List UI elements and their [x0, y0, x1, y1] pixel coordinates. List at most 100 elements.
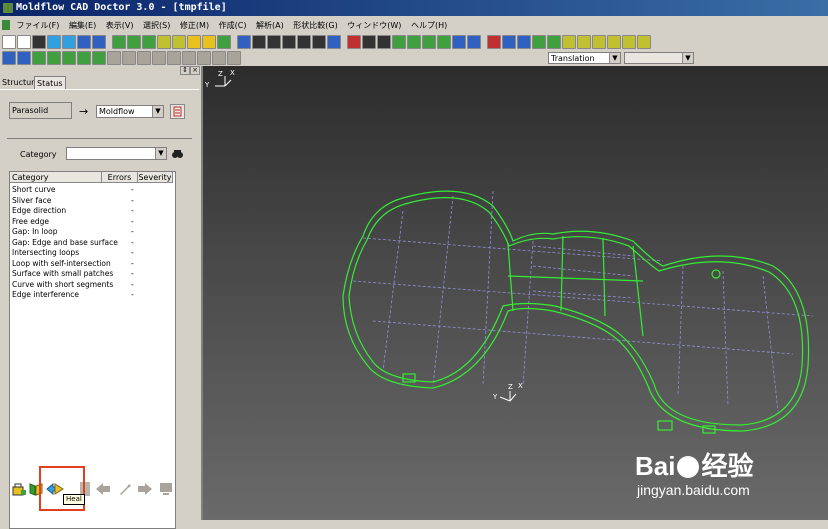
model-viewport[interactable]: Z X Y Z X Y Bai 经验 jingyan.baidu.com — [203, 66, 828, 520]
redo-icon[interactable] — [92, 35, 106, 49]
export-icon[interactable] — [62, 35, 76, 49]
list-item[interactable]: Sliver face — [12, 196, 51, 206]
layer-icon[interactable] — [562, 35, 576, 49]
tool-f-icon[interactable] — [107, 51, 121, 65]
frame-icon[interactable] — [187, 35, 201, 49]
fit-icon[interactable] — [327, 35, 341, 49]
help-icon[interactable] — [2, 51, 16, 65]
monitor-icon[interactable] — [158, 482, 174, 496]
import-icon[interactable] — [47, 35, 61, 49]
list-item[interactable]: Curve with short segments — [12, 280, 113, 290]
rotate-icon[interactable] — [267, 35, 281, 49]
tool-i-icon[interactable] — [152, 51, 166, 65]
menu-help[interactable]: ヘルプ(H) — [411, 21, 447, 30]
layer6-icon[interactable] — [637, 35, 651, 49]
tool-e-icon[interactable] — [92, 51, 106, 65]
undo-icon[interactable] — [77, 35, 91, 49]
layer3-icon[interactable] — [592, 35, 606, 49]
menu-analysis[interactable]: 解析(A) — [256, 21, 284, 30]
list-item[interactable]: Intersecting loops — [12, 248, 79, 258]
chevron-down-icon[interactable]: ▼ — [155, 148, 166, 159]
menu-select[interactable]: 選択(S) — [143, 21, 170, 30]
secondary-mode-select[interactable]: ▼ — [624, 52, 694, 64]
tool-k-icon[interactable] — [182, 51, 196, 65]
document-menu-icon[interactable] — [2, 20, 10, 30]
context-help-icon[interactable] — [17, 51, 31, 65]
binoculars-icon[interactable] — [171, 147, 184, 160]
zoom-icon[interactable] — [312, 35, 326, 49]
node-icon[interactable] — [362, 35, 376, 49]
scale-icon[interactable] — [282, 35, 296, 49]
link2-icon[interactable] — [467, 35, 481, 49]
close-icon[interactable]: × — [190, 66, 200, 75]
delete-icon[interactable] — [347, 35, 361, 49]
menu-create[interactable]: 作成(C) — [219, 21, 247, 30]
category-select[interactable]: ▼ — [66, 147, 167, 160]
list-item[interactable]: Gap: Edge and base surface — [12, 238, 118, 248]
node2-icon[interactable] — [377, 35, 391, 49]
list-item[interactable]: Gap: In loop — [12, 227, 57, 237]
open-file-icon[interactable] — [17, 35, 31, 49]
arrow-right-icon[interactable] — [137, 482, 153, 496]
tool-j-icon[interactable] — [167, 51, 181, 65]
layer2-icon[interactable] — [577, 35, 591, 49]
menu-file[interactable]: ファイル(F) — [17, 21, 60, 30]
menu-shape-compare[interactable]: 形状比較(G) — [293, 21, 337, 30]
surface4-icon[interactable] — [437, 35, 451, 49]
chevron-down-icon[interactable]: ▼ — [152, 106, 163, 117]
list-item[interactable]: Edge interference — [12, 290, 79, 300]
lock-icon[interactable] — [11, 482, 27, 496]
render2-icon[interactable] — [172, 35, 186, 49]
tool-c-icon[interactable] — [62, 51, 76, 65]
tool-a-icon[interactable] — [32, 51, 46, 65]
grid-icon[interactable] — [532, 35, 546, 49]
column-header-severity[interactable]: Severity — [138, 172, 173, 183]
pan-icon[interactable] — [297, 35, 311, 49]
chevron-down-icon[interactable]: ▼ — [609, 53, 620, 63]
box-icon[interactable] — [112, 35, 126, 49]
tool-h-icon[interactable] — [137, 51, 151, 65]
box3-icon[interactable] — [142, 35, 156, 49]
surface3-icon[interactable] — [422, 35, 436, 49]
wrench-icon[interactable] — [117, 482, 133, 496]
list-item[interactable]: Edge direction — [12, 206, 66, 216]
list-item[interactable]: Free edge — [12, 217, 49, 227]
chevron-down-icon[interactable]: ▼ — [682, 53, 693, 63]
shade-icon[interactable] — [217, 35, 231, 49]
menu-modify[interactable]: 修正(M) — [180, 21, 209, 30]
save-icon[interactable] — [32, 35, 46, 49]
tool-l-icon[interactable] — [197, 51, 211, 65]
surface-icon[interactable] — [392, 35, 406, 49]
curve-icon[interactable] — [502, 35, 516, 49]
box2-icon[interactable] — [127, 35, 141, 49]
frame2-icon[interactable] — [202, 35, 216, 49]
settings-icon[interactable] — [170, 104, 185, 119]
grid2-icon[interactable] — [547, 35, 561, 49]
column-header-category[interactable]: Category — [10, 172, 102, 183]
tool-d-icon[interactable] — [77, 51, 91, 65]
menu-edit[interactable]: 編集(E) — [69, 21, 96, 30]
move-icon[interactable] — [252, 35, 266, 49]
target-format-select[interactable]: Moldflow ▼ — [96, 105, 164, 118]
column-header-errors[interactable]: Errors — [102, 172, 138, 183]
layer4-icon[interactable] — [607, 35, 621, 49]
layer5-icon[interactable] — [622, 35, 636, 49]
surface2-icon[interactable] — [407, 35, 421, 49]
tool-g-icon[interactable] — [122, 51, 136, 65]
link-icon[interactable] — [452, 35, 466, 49]
menu-view[interactable]: 表示(V) — [106, 21, 134, 30]
tab-status[interactable]: Status — [34, 76, 66, 90]
list-item[interactable]: Loop with self-intersection — [12, 259, 111, 269]
tool-b-icon[interactable] — [47, 51, 61, 65]
tool-m-icon[interactable] — [212, 51, 226, 65]
render-icon[interactable] — [157, 35, 171, 49]
pin-icon[interactable]: ⇕ — [180, 66, 190, 75]
list-item[interactable]: Short curve — [12, 185, 56, 195]
arrow-left-icon[interactable] — [95, 482, 111, 496]
list-item[interactable]: Surface with small patches — [12, 269, 113, 279]
curve2-icon[interactable] — [517, 35, 531, 49]
tool-n-icon[interactable] — [227, 51, 241, 65]
new-file-icon[interactable] — [2, 35, 16, 49]
transform-mode-select[interactable]: Translation ▼ — [548, 52, 621, 64]
cancel-icon[interactable] — [487, 35, 501, 49]
